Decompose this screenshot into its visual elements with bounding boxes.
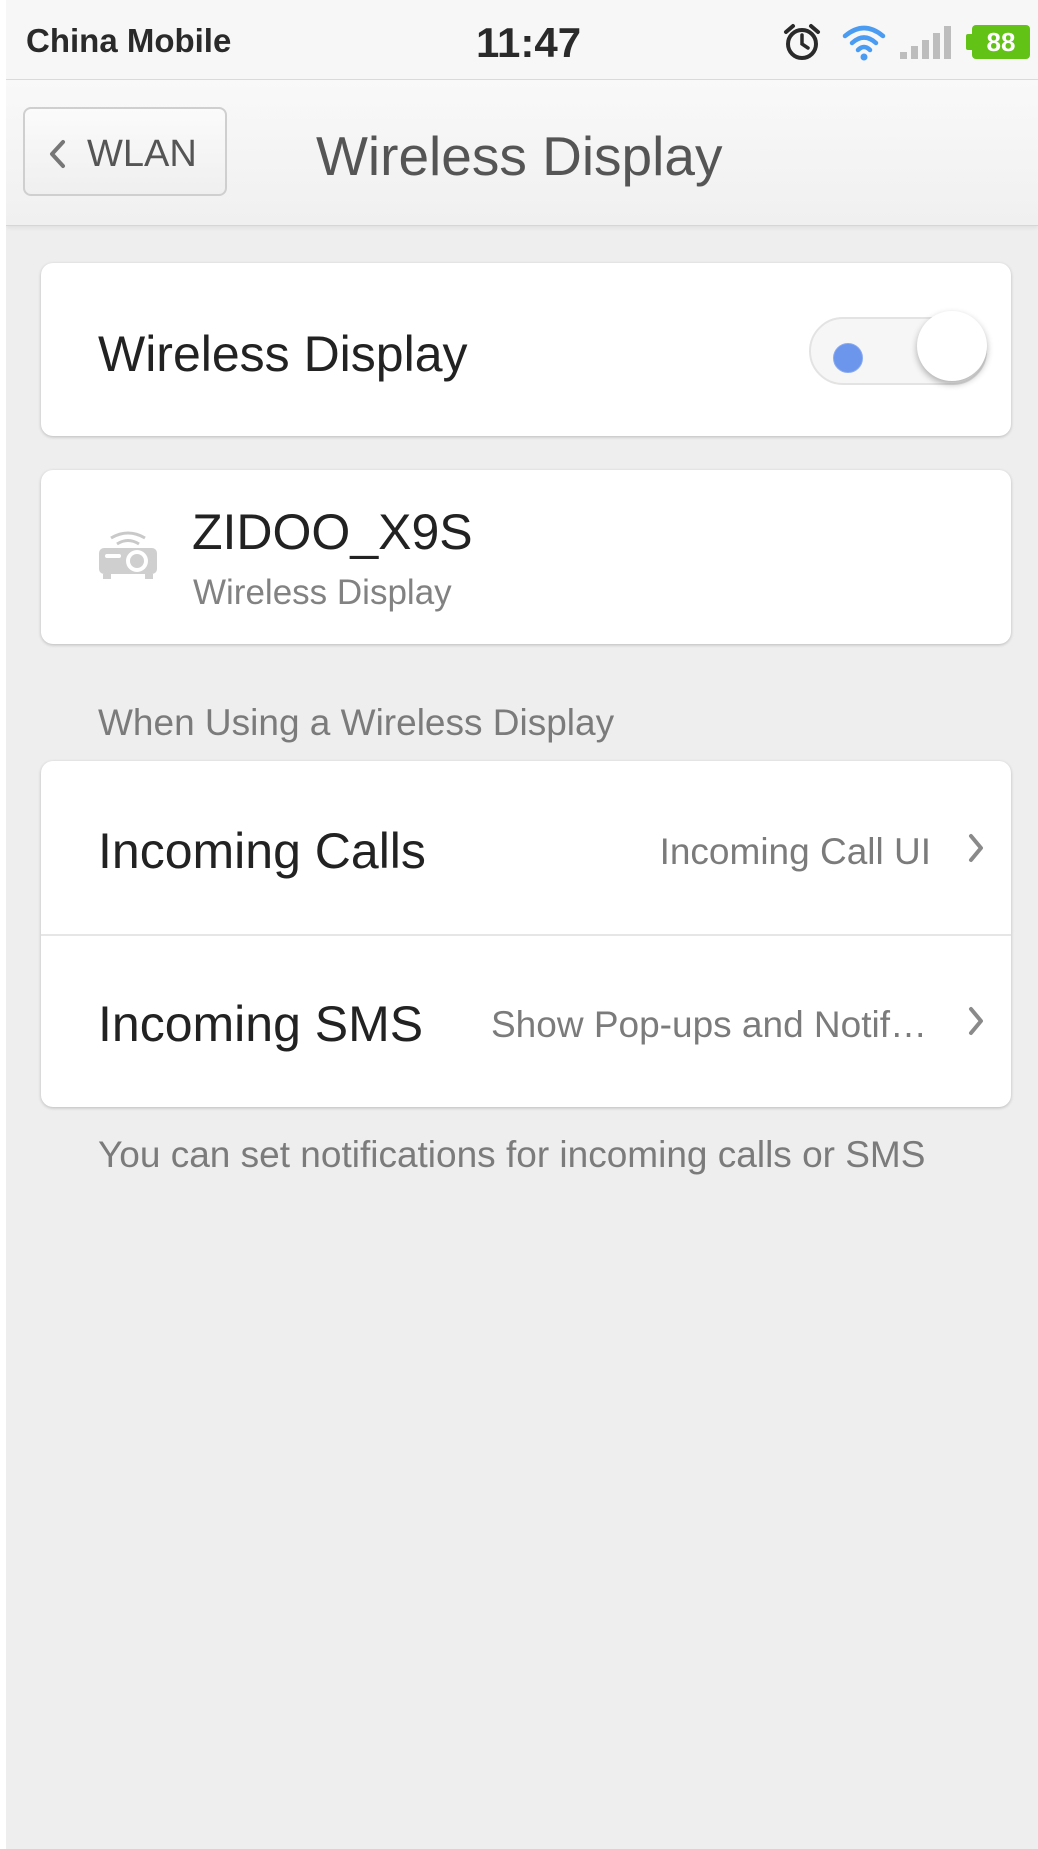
status-bar: China Mobile 11:47 88	[6, 0, 1038, 80]
status-clock: 11:47	[476, 19, 582, 66]
screen: China Mobile 11:47 88 WLAN Wireless Disp…	[6, 0, 1038, 1849]
device-name: ZIDOO_X9S	[192, 504, 473, 560]
alarm-icon	[782, 22, 822, 67]
carrier-name: China Mobile	[26, 22, 232, 59]
device-subtitle: Wireless Display	[193, 573, 452, 612]
wireless-display-toggle-card: Wireless Display	[41, 263, 1011, 436]
toggle-indicator-dot	[833, 343, 863, 373]
chevron-right-icon	[966, 833, 986, 868]
navigation-bar: WLAN Wireless Display	[6, 80, 1038, 226]
incoming-calls-label: Incoming Calls	[98, 823, 426, 879]
back-button[interactable]: WLAN	[23, 107, 227, 196]
notification-options-card: Incoming Calls Incoming Call UI Incoming…	[41, 761, 1011, 1107]
incoming-sms-row[interactable]: Incoming SMS Show Pop-ups and Notificati…	[41, 934, 1011, 1107]
wireless-display-toggle[interactable]	[809, 311, 991, 387]
incoming-calls-value: Incoming Call UI	[659, 831, 931, 872]
incoming-calls-row[interactable]: Incoming Calls Incoming Call UI	[41, 761, 1011, 936]
wifi-icon	[842, 22, 886, 67]
toggle-knob	[917, 311, 987, 381]
battery-icon: 88	[972, 25, 1030, 59]
back-button-label: WLAN	[87, 133, 197, 175]
page-title: Wireless Display	[316, 125, 723, 187]
signal-icon	[898, 24, 956, 65]
footer-note: You can set notifications for incoming c…	[98, 1134, 926, 1175]
projector-icon	[97, 528, 159, 587]
incoming-sms-value: Show Pop-ups and Notifications	[491, 1004, 931, 1045]
incoming-sms-label: Incoming SMS	[98, 996, 424, 1052]
device-item[interactable]: ZIDOO_X9S Wireless Display	[41, 470, 1011, 644]
chevron-right-icon	[966, 1006, 986, 1041]
section-header: When Using a Wireless Display	[98, 702, 615, 743]
wireless-display-toggle-label: Wireless Display	[98, 326, 468, 382]
chevron-left-icon	[47, 139, 69, 174]
